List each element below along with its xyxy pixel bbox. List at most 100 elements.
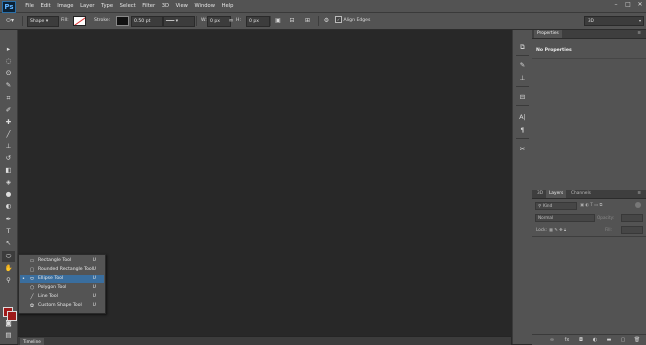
flyout-item-ellipse-tool[interactable]: • ⬭ Ellipse Tool U xyxy=(20,275,104,283)
shape-mode-select[interactable]: Shape ▾ xyxy=(27,16,59,27)
main-menu: File Edit Image Layer Type Select Filter 3D View… xyxy=(22,0,237,12)
new-layer-icon[interactable]: ▢ xyxy=(619,336,627,344)
height-field[interactable]: 0 px xyxy=(246,16,270,27)
link-icon[interactable]: ∞ xyxy=(227,16,235,25)
shortcut-key: U xyxy=(92,276,96,281)
menu-image[interactable]: Image xyxy=(54,0,77,12)
tab-3d[interactable]: 3D xyxy=(534,190,546,198)
character-icon[interactable]: A| xyxy=(517,112,528,122)
flyout-item-custom-shape-tool[interactable]: ✿ Custom Shape Tool U xyxy=(20,302,104,310)
menu-bar: Ps File Edit Image Layer Type Select Filter 3D V… xyxy=(0,0,646,13)
crop-tool-icon[interactable]: ⌗ xyxy=(2,93,15,104)
tool-presets-icon[interactable]: ✂ xyxy=(517,144,528,154)
hand-tool-icon[interactable]: ✋ xyxy=(2,263,15,274)
layers-panel-menu-icon[interactable]: ≡ xyxy=(634,190,644,198)
close-icon[interactable]: ✕ xyxy=(636,1,644,9)
panel-menu-icon[interactable]: ≡ xyxy=(634,30,644,38)
menu-type[interactable]: Type xyxy=(98,0,117,12)
flyout-item-rectangle-tool[interactable]: ▭ Rectangle Tool U xyxy=(20,257,104,265)
layer-style-icon[interactable]: fx xyxy=(563,336,571,344)
tab-layers[interactable]: Layers xyxy=(546,190,567,198)
clone-stamp-tool-icon[interactable]: ⊥ xyxy=(2,141,15,152)
fill-field[interactable] xyxy=(621,226,643,234)
move-tool-icon[interactable]: ▸ xyxy=(2,44,15,55)
new-group-icon[interactable]: ▬ xyxy=(605,336,613,344)
right-panel-dock: Properties ≡ No Properties 3D Layers Cha… xyxy=(532,30,646,345)
menu-select[interactable]: Select xyxy=(116,0,139,12)
path-arrangement-icon[interactable]: ⊞ xyxy=(303,16,312,25)
paragraph-icon[interactable]: ¶ xyxy=(517,125,528,135)
eraser-tool-icon[interactable]: ◧ xyxy=(2,165,15,176)
menu-window[interactable]: Window xyxy=(191,0,218,12)
delete-layer-icon[interactable]: 🗑︎ xyxy=(633,336,641,344)
history-icon[interactable]: ⧉ xyxy=(517,42,528,52)
path-operations-icon[interactable]: ▣ xyxy=(274,16,282,25)
flyout-item-label: Rectangle Tool xyxy=(38,258,72,263)
selected-indicator: • xyxy=(22,276,25,282)
minimize-icon[interactable]: – xyxy=(612,1,620,9)
layer-filter-kind[interactable]: ⚲ Kind xyxy=(535,202,577,210)
menu-file[interactable]: File xyxy=(22,0,37,12)
add-mask-icon[interactable]: ◘ xyxy=(577,336,585,344)
path-alignment-icon[interactable]: ⊟ xyxy=(288,16,296,25)
stroke-swatch[interactable] xyxy=(116,16,129,26)
quick-select-tool-icon[interactable]: ✎ xyxy=(2,80,15,91)
marquee-tool-icon[interactable]: ◌ xyxy=(2,56,15,67)
pen-tool-icon[interactable]: ✒ xyxy=(2,214,15,225)
width-label: W: xyxy=(201,18,207,23)
fill-label-layers: Fill: xyxy=(605,227,613,232)
menu-layer[interactable]: Layer xyxy=(77,0,98,12)
opacity-field[interactable] xyxy=(621,214,643,222)
shortcut-key: U xyxy=(92,285,96,290)
menu-view[interactable]: View xyxy=(172,0,191,12)
flyout-item-line-tool[interactable]: ╱ Line Tool U xyxy=(20,293,104,301)
zoom-tool-icon[interactable]: ⚲ xyxy=(2,275,15,286)
align-edges-option[interactable]: ✓ Align Edges xyxy=(335,16,370,25)
lock-options-icons[interactable]: ▦ ✎ ✥ 🔒︎ xyxy=(549,226,566,234)
menu-3d[interactable]: 3D xyxy=(158,0,172,12)
path-selection-tool-icon[interactable]: ↖ xyxy=(2,238,15,249)
adjustment-layer-icon[interactable]: ◐ xyxy=(591,336,599,344)
fill-swatch[interactable] xyxy=(73,16,86,26)
tab-channels[interactable]: Channels xyxy=(568,190,594,198)
stroke-type-select[interactable]: ━━━ ▾ xyxy=(163,16,195,27)
dodge-tool-icon[interactable]: ◐ xyxy=(2,201,15,212)
shape-mode-value: Shape xyxy=(30,19,45,24)
quick-mask-icon[interactable]: ◙ xyxy=(2,318,15,329)
lasso-tool-icon[interactable]: ʘ xyxy=(2,68,15,79)
menu-filter[interactable]: Filter xyxy=(139,0,158,12)
properties-tab-row: Properties ≡ xyxy=(532,30,646,39)
history-brush-tool-icon[interactable]: ↺ xyxy=(2,153,15,164)
menu-edit[interactable]: Edit xyxy=(37,0,54,12)
maximize-icon[interactable]: □ xyxy=(624,1,632,9)
lock-label: Lock: xyxy=(536,227,547,232)
align-edges-checkbox[interactable]: ✓ xyxy=(335,16,342,23)
link-layers-icon[interactable]: ∞ xyxy=(548,336,556,344)
flyout-item-rounded-rectangle-tool[interactable]: ▢ Rounded Rectangle Tool U xyxy=(20,266,104,274)
ellipse-tool-icon: ⬭ xyxy=(29,276,35,282)
eyedropper-tool-icon[interactable]: ✐ xyxy=(2,105,15,116)
brush-presets-icon[interactable]: ✎ xyxy=(517,60,528,70)
screen-mode-icon[interactable]: ▤ xyxy=(2,330,15,341)
brush-tool-icon[interactable]: ╱ xyxy=(2,129,15,140)
tool-preset-ellipse-icon[interactable]: ⬭▾ xyxy=(4,16,16,25)
workspace-select[interactable]: 3D ▾ xyxy=(584,16,644,26)
gear-icon[interactable]: ⚙ xyxy=(322,16,331,25)
type-tool-icon[interactable]: T xyxy=(2,226,15,237)
layers-footer: ∞ fx ◘ ◐ ▬ ▢ 🗑︎ xyxy=(532,334,646,345)
tab-properties[interactable]: Properties xyxy=(534,30,562,38)
blur-tool-icon[interactable]: ● xyxy=(2,189,15,200)
blend-mode-select[interactable]: Normal xyxy=(535,214,595,222)
healing-brush-tool-icon[interactable]: ✚ xyxy=(2,117,15,128)
adjustments-icon[interactable]: ⊟ xyxy=(517,92,528,102)
menu-help[interactable]: Help xyxy=(218,0,236,12)
ellipse-tool-icon[interactable]: ⬭ xyxy=(2,251,15,262)
filter-toggle[interactable] xyxy=(635,202,641,208)
no-properties-label: No Properties xyxy=(536,48,572,53)
layer-filter-icons[interactable]: ▣ ◐ T ▭ ⧉ xyxy=(580,202,602,208)
paint-bucket-tool-icon[interactable]: ◈ xyxy=(2,177,15,188)
clone-source-icon[interactable]: ⊥ xyxy=(517,73,528,83)
flyout-item-polygon-tool[interactable]: ⬡ Polygon Tool U xyxy=(20,284,104,292)
tools-panel: ▸ ◌ ʘ ✎ ⌗ ✐ ✚ ╱ ⊥ ↺ ◧ ◈ ● ◐ ✒ T ↖ ⬭ ✋ ⚲ xyxy=(0,30,18,344)
stroke-width-field[interactable]: 0.50 pt xyxy=(131,16,163,27)
